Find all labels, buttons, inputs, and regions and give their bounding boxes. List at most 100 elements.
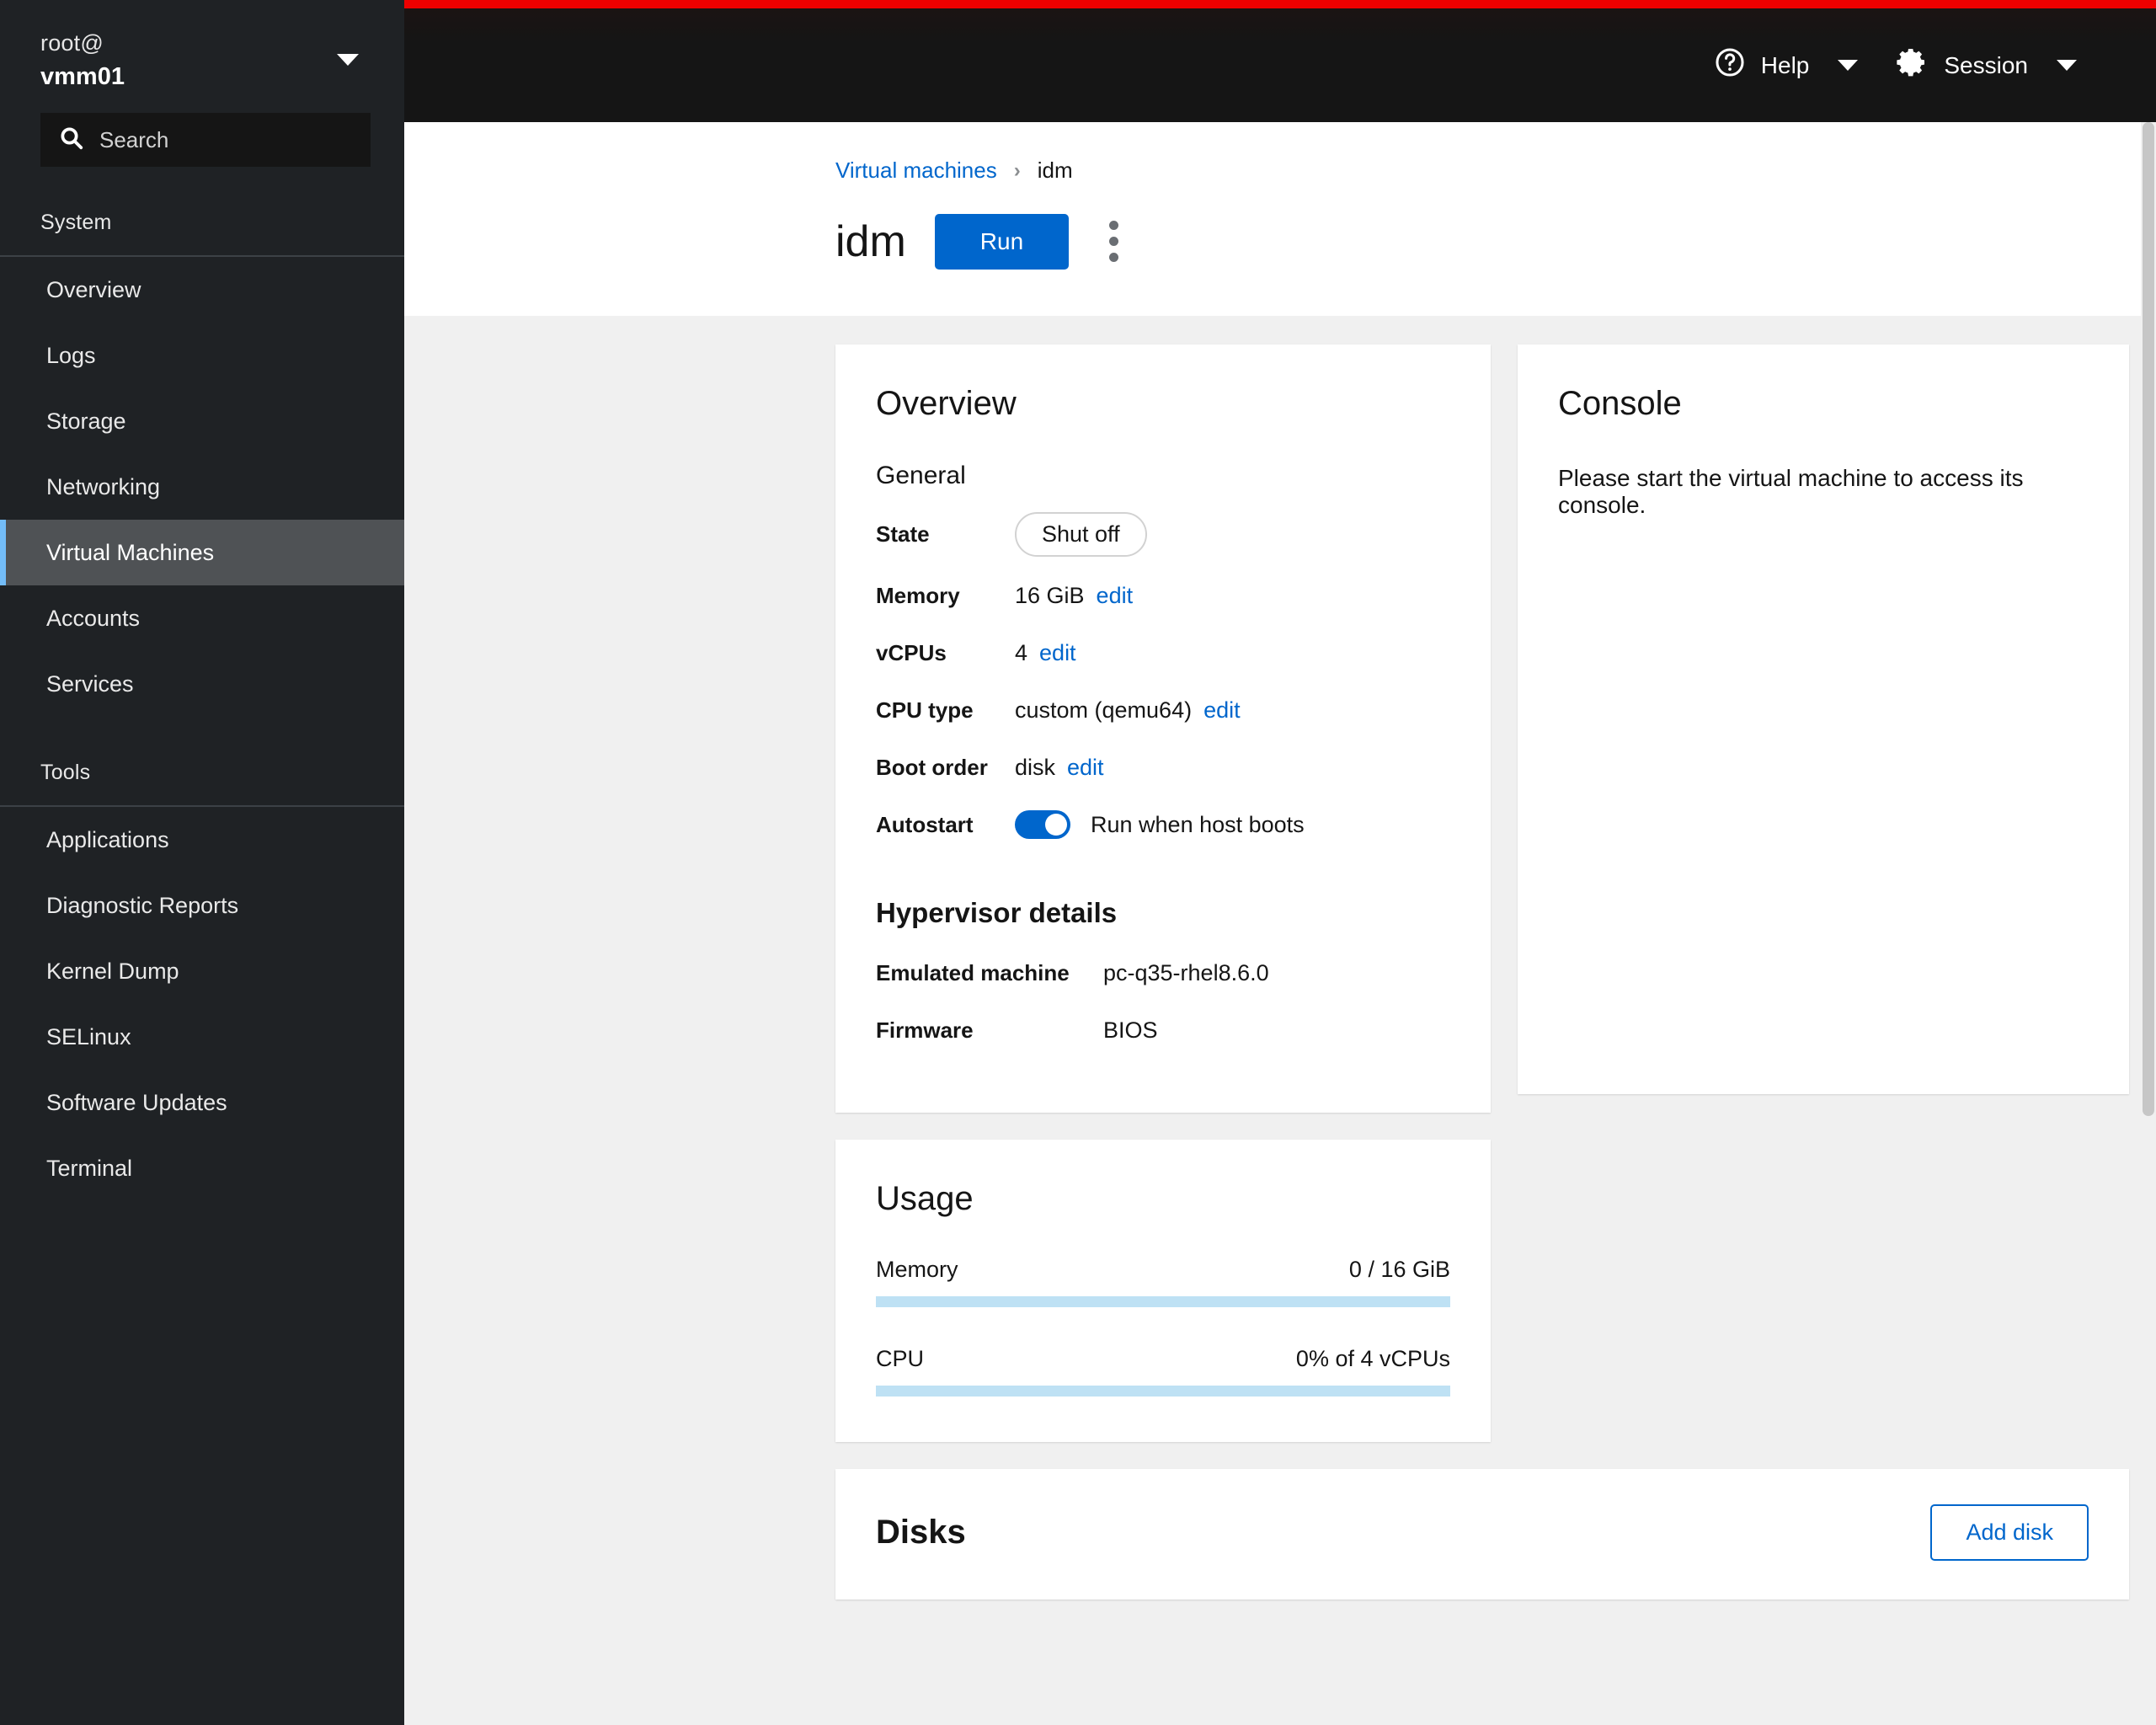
chevron-down-icon <box>2057 60 2077 71</box>
breadcrumb-link-virtual-machines[interactable]: Virtual machines <box>835 158 997 184</box>
cpu-type-label: CPU type <box>876 697 974 723</box>
memory-label: Memory <box>876 582 960 608</box>
overview-row-memory: Memory 16 GiB edit <box>876 577 1450 614</box>
console-message: Please start the virtual machine to acce… <box>1558 465 2024 518</box>
usage-memory-progress <box>876 1296 1450 1307</box>
overview-card: Overview General State Shut off Memory 1… <box>835 344 1491 1113</box>
kebab-dot <box>1109 237 1119 246</box>
state-label: State <box>876 521 930 547</box>
breadcrumb: Virtual machines › idm <box>835 158 2156 184</box>
search-placeholder: Search <box>99 126 169 152</box>
nav-list-system: Overview Logs Storage Networking Virtual… <box>0 257 404 717</box>
top-navigation-bar: Help Session <box>404 8 2156 122</box>
console-card: Console Please start the virtual machine… <box>1518 344 2129 1094</box>
vcpus-edit-link[interactable]: edit <box>1039 640 1076 666</box>
emulated-machine-label: Emulated machine <box>876 959 1070 985</box>
sidebar-item-storage[interactable]: Storage <box>0 388 404 454</box>
usage-memory-label: Memory <box>876 1257 958 1282</box>
sidebar-item-logs[interactable]: Logs <box>0 323 404 388</box>
sidebar-item-virtual-machines[interactable]: Virtual Machines <box>0 520 404 586</box>
sidebar-item-services[interactable]: Services <box>0 651 404 717</box>
overview-row-vcpus: vCPUs 4 edit <box>876 634 1450 671</box>
usage-metric-cpu: CPU 0% of 4 vCPUs <box>876 1346 1450 1397</box>
cpu-type-edit-link[interactable]: edit <box>1203 697 1241 724</box>
breadcrumb-separator-icon: › <box>1013 158 1021 182</box>
memory-value-wrap: 16 GiB edit <box>1015 583 1133 609</box>
chevron-down-icon <box>1838 60 1859 71</box>
disks-card: Disks Add disk <box>835 1469 2129 1599</box>
disks-card-title: Disks <box>876 1514 966 1551</box>
help-circle-icon <box>1714 46 1746 84</box>
state-value-wrap: Shut off <box>1015 512 1147 557</box>
overview-row-firmware: Firmware BIOS <box>876 1012 1450 1049</box>
autostart-value-wrap: Run when host boots <box>1015 810 1305 839</box>
kebab-menu-icon[interactable] <box>1097 212 1130 270</box>
general-section-label: General <box>876 462 966 489</box>
boot-order-value-wrap: disk edit <box>1015 755 1104 781</box>
emulated-machine-value: pc-q35-rhel8.6.0 <box>1103 959 1269 985</box>
title-row: idm Run <box>835 212 2156 270</box>
session-menu[interactable]: Session <box>1876 45 2095 85</box>
add-disk-button[interactable]: Add disk <box>1930 1504 2089 1561</box>
page-header: Virtual machines › idm idm Run <box>404 122 2156 316</box>
vertical-scrollbar[interactable] <box>2141 122 2156 1725</box>
sidebar-item-kernel-dump[interactable]: Kernel Dump <box>0 938 404 1004</box>
top-card-grid: Overview General State Shut off Memory 1… <box>835 344 2129 1442</box>
run-button[interactable]: Run <box>934 213 1070 270</box>
overview-row-boot-order: Boot order disk edit <box>876 749 1450 786</box>
overview-row-autostart: Autostart Run when host boots <box>876 806 1450 843</box>
cpu-type-value-wrap: custom (qemu64) edit <box>1015 697 1241 724</box>
sidebar-item-selinux[interactable]: SELinux <box>0 1004 404 1070</box>
usage-card: Usage Memory 0 / 16 GiB CPU 0% of 4 vCPU… <box>835 1140 1491 1442</box>
kebab-dot <box>1109 253 1119 262</box>
nav-group-label-system: System <box>40 211 112 235</box>
autostart-toggle[interactable] <box>1015 810 1070 839</box>
overview-card-title: Overview <box>876 385 1017 422</box>
left-column: Overview General State Shut off Memory 1… <box>835 344 1491 1442</box>
boot-order-edit-link[interactable]: edit <box>1067 755 1104 781</box>
sidebar-item-diagnostic-reports[interactable]: Diagnostic Reports <box>0 873 404 938</box>
sidebar-item-applications[interactable]: Applications <box>0 807 404 873</box>
toggle-knob <box>1045 814 1067 836</box>
console-card-title: Console <box>1558 385 1682 422</box>
usage-cpu-value: 0% of 4 vCPUs <box>1295 1346 1450 1371</box>
sidebar-item-software-updates[interactable]: Software Updates <box>0 1070 404 1135</box>
cpu-type-value: custom (qemu64) <box>1015 697 1193 723</box>
memory-value: 16 GiB <box>1015 582 1085 608</box>
sidebar-item-terminal[interactable]: Terminal <box>0 1135 404 1201</box>
host-switcher[interactable]: root@ vmm01 <box>0 0 404 113</box>
main-area: Help Session Virtual machines › idm idm … <box>404 0 2156 1725</box>
nav-group-label-tools: Tools <box>40 761 91 785</box>
breadcrumb-current: idm <box>1037 158 1073 183</box>
autostart-label: Autostart <box>876 811 974 837</box>
host-name: vmm01 <box>40 63 125 91</box>
session-label: Session <box>1944 51 2028 78</box>
usage-cpu-progress <box>876 1386 1450 1397</box>
page-title: idm <box>835 216 906 266</box>
search-wrapper: Search <box>0 113 404 168</box>
autostart-description: Run when host boots <box>1091 811 1305 837</box>
scrollbar-thumb[interactable] <box>2143 122 2154 1116</box>
vcpus-value-wrap: 4 edit <box>1015 640 1076 666</box>
right-column: Console Please start the virtual machine… <box>1518 344 2129 1094</box>
brand-accent-bar <box>404 0 2156 8</box>
search-icon <box>59 126 84 155</box>
gear-icon <box>1895 45 1929 85</box>
kebab-dot <box>1109 221 1119 230</box>
firmware-value: BIOS <box>1103 1017 1158 1043</box>
help-menu[interactable]: Help <box>1695 46 1877 84</box>
search-input[interactable]: Search <box>40 113 371 168</box>
usage-cpu-row: CPU 0% of 4 vCPUs <box>876 1346 1450 1372</box>
vcpus-value: 4 <box>1015 639 1028 665</box>
memory-edit-link[interactable]: edit <box>1097 583 1134 609</box>
vcpus-label: vCPUs <box>876 639 947 665</box>
page-content: Overview General State Shut off Memory 1… <box>404 316 2156 1725</box>
overview-row-emulated-machine: Emulated machine pc-q35-rhel8.6.0 <box>876 954 1450 991</box>
overview-row-cpu-type: CPU type custom (qemu64) edit <box>876 692 1450 729</box>
chevron-down-icon <box>337 54 359 66</box>
sidebar-item-networking[interactable]: Networking <box>0 454 404 520</box>
sidebar: root@ vmm01 Search System Overview Logs <box>0 0 404 1725</box>
sidebar-item-accounts[interactable]: Accounts <box>0 585 404 651</box>
sidebar-item-overview[interactable]: Overview <box>0 257 404 323</box>
overview-row-state: State Shut off <box>876 512 1450 557</box>
